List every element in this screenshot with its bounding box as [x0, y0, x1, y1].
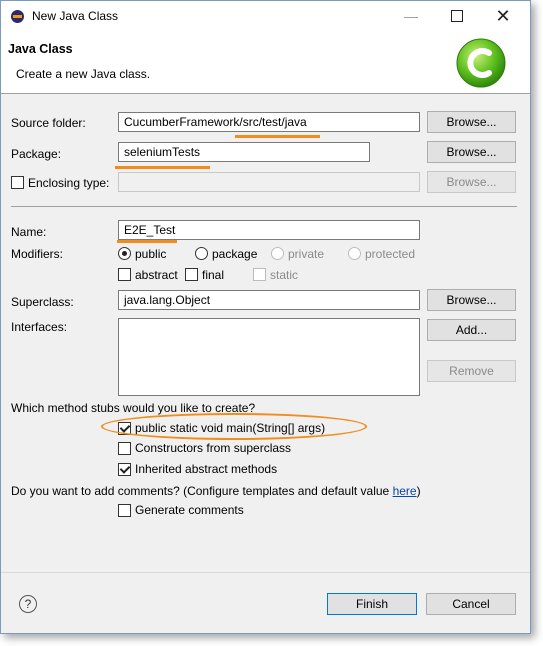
source-folder-input[interactable]: CucumberFramework/src/test/java [118, 112, 420, 132]
interfaces-list[interactable] [118, 318, 420, 396]
modifier-protected-radio[interactable] [348, 247, 361, 260]
new-java-class-dialog: New Java Class — ✕ Java Class Create a n… [0, 0, 531, 634]
annotation-underline-name [117, 240, 177, 243]
modifier-abstract-checkbox[interactable] [118, 268, 131, 281]
stub-inherited-checkbox[interactable] [118, 463, 131, 476]
modifier-public-label: public [135, 247, 167, 261]
annotation-ellipse-main-stub [101, 413, 367, 440]
modifier-package-radio[interactable] [195, 247, 208, 260]
eclipse-icon [11, 10, 24, 23]
annotation-underline-package [115, 166, 210, 169]
modifier-private-radio[interactable] [271, 247, 284, 260]
modifier-public-radio[interactable] [118, 247, 131, 260]
modifier-static-label: static [270, 268, 299, 282]
package-label: Package: [11, 147, 62, 161]
maximize-icon [451, 10, 463, 22]
modifier-private-label: private [288, 247, 325, 261]
separator [11, 206, 517, 207]
source-folder-browse-button[interactable]: Browse... [427, 111, 516, 133]
close-button[interactable]: ✕ [480, 1, 526, 31]
minimize-button[interactable]: — [388, 1, 434, 31]
banner-title: Java Class [8, 42, 73, 56]
minimize-icon: — [404, 8, 418, 24]
banner-subtitle: Create a new Java class. [16, 67, 151, 81]
stub-constructors-checkbox[interactable] [118, 442, 131, 455]
title-bar: New Java Class — ✕ [1, 1, 530, 32]
modifier-abstract-label: abstract [135, 268, 178, 282]
help-icon[interactable]: ? [19, 595, 37, 613]
package-input[interactable]: seleniumTests [118, 142, 370, 162]
comments-question-text: Do you want to add comments? (Configure … [11, 484, 393, 498]
superclass-input[interactable]: java.lang.Object [118, 290, 420, 310]
comments-question-close: ) [416, 484, 421, 498]
enclosing-type-label: Enclosing type: [28, 176, 110, 190]
stub-constructors-label: Constructors from superclass [135, 441, 292, 455]
finish-button[interactable]: Finish [327, 593, 417, 615]
wizard-banner: Java Class Create a new Java class. [1, 32, 530, 94]
comments-question: Do you want to add comments? (Configure … [11, 484, 421, 498]
modifier-final-checkbox[interactable] [185, 268, 198, 281]
enclosing-type-input[interactable] [118, 172, 420, 192]
interfaces-add-button[interactable]: Add... [427, 319, 516, 341]
modifiers-label: Modifiers: [11, 247, 64, 261]
enclosing-type-browse-button[interactable]: Browse... [427, 171, 516, 193]
configure-templates-link[interactable]: here [393, 484, 417, 498]
modifier-package-label: package [212, 247, 258, 261]
superclass-label: Superclass: [11, 295, 74, 309]
superclass-browse-button[interactable]: Browse... [427, 289, 516, 311]
interfaces-label: Interfaces: [11, 320, 68, 334]
cancel-button[interactable]: Cancel [426, 593, 516, 615]
package-browse-button[interactable]: Browse... [427, 141, 516, 163]
generate-comments-label: Generate comments [135, 503, 244, 517]
footer-separator [1, 572, 530, 573]
modifier-static-checkbox[interactable] [253, 268, 266, 281]
window-title: New Java Class [32, 9, 119, 23]
interfaces-remove-button[interactable]: Remove [427, 360, 516, 382]
modifier-protected-label: protected [365, 247, 416, 261]
name-input[interactable]: E2E_Test [118, 220, 420, 240]
source-folder-label: Source folder: [11, 116, 86, 130]
name-label: Name: [11, 225, 47, 239]
modifier-final-label: final [202, 268, 225, 282]
stub-inherited-label: Inherited abstract methods [135, 462, 278, 476]
java-class-wizard-icon [456, 38, 506, 88]
generate-comments-checkbox[interactable] [118, 504, 131, 517]
annotation-underline-source-folder [235, 135, 320, 138]
close-icon: ✕ [495, 5, 511, 26]
maximize-button[interactable] [434, 1, 480, 31]
enclosing-type-checkbox[interactable] [11, 176, 24, 189]
